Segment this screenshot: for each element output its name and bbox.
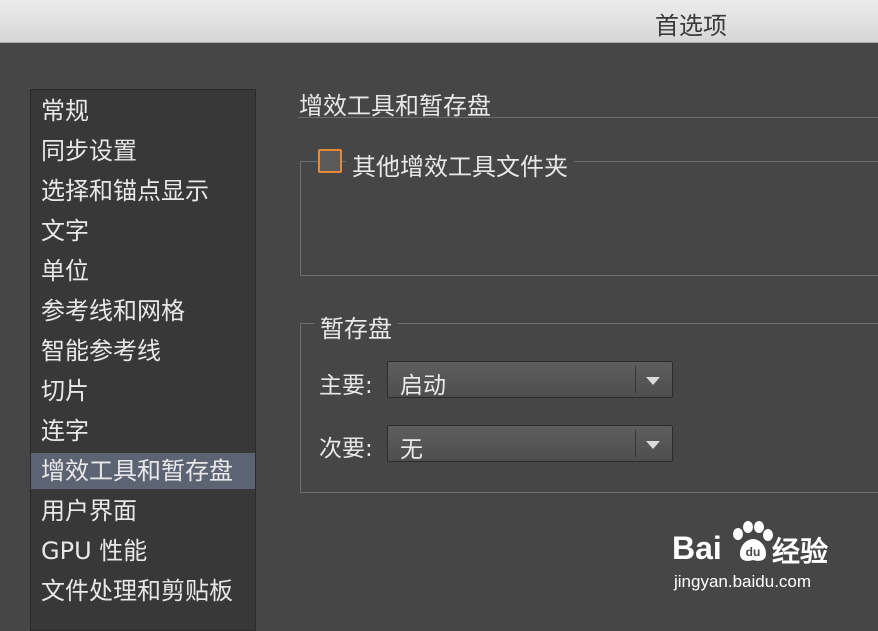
watermark-brand: Bai 经验	[672, 530, 828, 567]
primary-scratch-disk-value: 启动	[400, 373, 446, 399]
sidebar-item-type[interactable]: 文字	[31, 213, 255, 249]
scratch-disks-groupbox	[300, 323, 878, 493]
sidebar-item-selection-anchor-display[interactable]: 选择和锚点显示	[31, 173, 255, 209]
window-title: 首选项	[655, 12, 727, 40]
scratch-disks-legend: 暂存盘	[314, 309, 398, 344]
select-divider	[635, 430, 636, 457]
svg-text:du: du	[746, 545, 761, 559]
sidebar-item-plugins-scratch-disks[interactable]: 增效工具和暂存盘	[31, 453, 255, 489]
section-divider	[298, 117, 878, 118]
primary-label: 主要:	[319, 373, 373, 399]
sidebar-item-file-handling-clipboard[interactable]: 文件处理和剪贴板	[31, 573, 255, 609]
other-plugins-folder-checkbox[interactable]	[318, 149, 342, 173]
sidebar-item-slices[interactable]: 切片	[31, 373, 255, 409]
watermark-brand-suffix: 经验	[772, 536, 829, 567]
chevron-down-icon[interactable]	[646, 441, 660, 449]
watermark-url: jingyan.baidu.com	[674, 572, 812, 591]
sidebar-item-guides-grid[interactable]: 参考线和网格	[31, 293, 255, 329]
primary-scratch-disk-select[interactable]: 启动	[387, 361, 673, 399]
secondary-scratch-disk-value: 无	[400, 437, 423, 463]
title-bar: 首选项	[0, 0, 878, 43]
other-plugins-folder-label[interactable]: 其他增效工具文件夹	[346, 147, 574, 182]
sidebar-item-gpu-performance[interactable]: GPU 性能	[31, 533, 255, 569]
sidebar-item-user-interface[interactable]: 用户界面	[31, 493, 255, 529]
sidebar-item-sync-settings[interactable]: 同步设置	[31, 133, 255, 169]
sidebar-item-general[interactable]: 常规	[31, 93, 255, 129]
select-divider	[635, 366, 636, 393]
sidebar-item-smart-guides[interactable]: 智能参考线	[31, 333, 255, 369]
chevron-down-icon[interactable]	[646, 377, 660, 385]
preferences-category-list[interactable]: 常规 同步设置 选择和锚点显示 文字 单位 参考线和网格 智能参考线 切片 连字…	[30, 89, 256, 631]
secondary-scratch-disk-select[interactable]: 无	[387, 425, 673, 463]
section-title: 增效工具和暂存盘	[299, 92, 491, 120]
sidebar-item-units[interactable]: 单位	[31, 253, 255, 289]
sidebar-item-hyphenation[interactable]: 连字	[31, 413, 255, 449]
watermark-brand-text: Bai	[672, 530, 722, 566]
secondary-label: 次要:	[319, 436, 373, 462]
paw-logo-icon: du	[733, 521, 773, 561]
